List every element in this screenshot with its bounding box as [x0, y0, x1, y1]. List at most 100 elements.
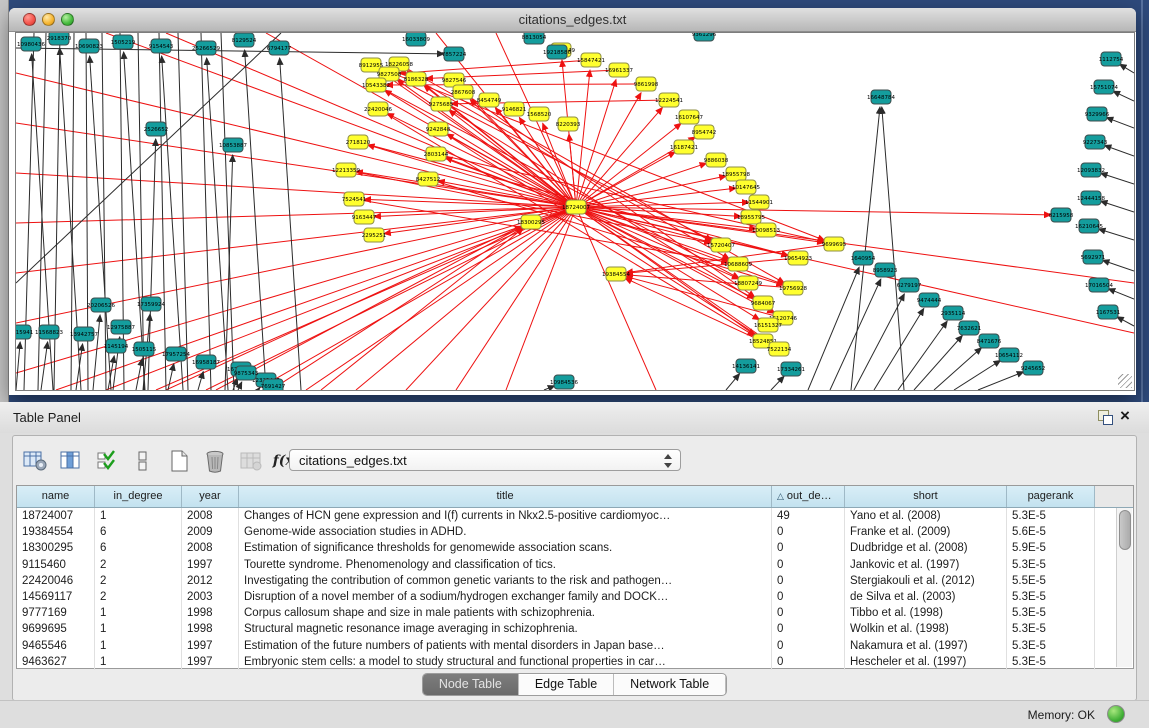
graph-node[interactable]: 9146821 — [502, 102, 527, 116]
graph-node[interactable]: 9163447 — [352, 210, 377, 224]
graph-node[interactable]: 10690823 — [75, 39, 103, 53]
tab-edge-table[interactable]: Edge Table — [519, 674, 614, 695]
tab-network-table[interactable]: Network Table — [614, 674, 726, 695]
import-table-icon[interactable] — [237, 448, 264, 475]
graph-node[interactable]: 9875343 — [234, 366, 259, 380]
graph-node[interactable]: 15751074 — [1090, 80, 1118, 94]
graph-node[interactable]: 25266529 — [192, 41, 220, 55]
table-select-dropdown[interactable]: citations_edges.txt — [289, 449, 681, 471]
graph-node[interactable]: 9154543 — [149, 39, 174, 53]
graph-node[interactable]: 1112754 — [1099, 52, 1124, 66]
graph-node[interactable]: 16648784 — [867, 90, 895, 104]
close-panel-icon[interactable]: × — [1120, 406, 1130, 426]
select-rows-icon[interactable] — [93, 448, 120, 475]
table-scrollbar[interactable] — [1116, 508, 1132, 667]
table-row[interactable]: 1872400712008Changes of HCN gene express… — [17, 508, 1133, 524]
graph-node[interactable]: 9886038 — [704, 153, 729, 167]
graph-node[interactable]: 2718120 — [346, 135, 371, 149]
graph-node[interactable]: 2935114 — [941, 306, 966, 320]
graph-node[interactable]: 2295251 — [362, 228, 387, 242]
column-header-name[interactable]: name — [17, 486, 95, 507]
memory-status-indicator[interactable] — [1107, 705, 1125, 723]
graph-node[interactable]: 13942757 — [70, 327, 98, 341]
graph-node[interactable]: 10980436 — [17, 37, 45, 51]
graph-node[interactable]: 11544901 — [745, 195, 773, 209]
graph-node[interactable]: 15720407 — [707, 238, 735, 252]
graph-node[interactable]: 1145194 — [104, 339, 129, 353]
table-row[interactable]: 911546021997Tourette syndrome. Phenomeno… — [17, 557, 1133, 573]
graph-node[interactable]: 18955798 — [722, 167, 750, 181]
graph-node[interactable]: 15847421 — [577, 53, 605, 67]
graph-node[interactable]: 9329966 — [1085, 107, 1110, 121]
graph-node[interactable]: 16961337 — [605, 63, 633, 77]
column-header-out_de[interactable]: △out_de… — [772, 486, 845, 507]
graph-node[interactable]: 22420046 — [364, 102, 392, 116]
network-window-titlebar[interactable]: citations_edges.txt — [9, 8, 1136, 32]
graph-node[interactable]: 19756928 — [779, 281, 807, 295]
table-row[interactable]: 1830029562008Estimation of significance … — [17, 540, 1133, 556]
graph-node[interactable]: 8215958 — [1049, 208, 1074, 222]
graph-node[interactable]: 3915941 — [16, 325, 33, 339]
column-header-title[interactable]: title — [239, 486, 772, 507]
graph-node[interactable]: 10654112 — [995, 348, 1023, 362]
graph-node[interactable]: 17359924 — [137, 297, 165, 311]
graph-node[interactable]: 7632621 — [957, 321, 982, 335]
graph-node[interactable]: 2918370 — [47, 33, 72, 45]
table-row[interactable]: 1456911722003Disruption of a novel membe… — [17, 589, 1133, 605]
graph-node[interactable]: 12975887 — [107, 320, 135, 334]
graph-node[interactable]: 17334261 — [777, 362, 805, 376]
graph-node[interactable]: 2867608 — [451, 85, 476, 99]
graph-node[interactable]: 16107647 — [675, 110, 703, 124]
graph-node[interactable]: 1505219 — [111, 35, 136, 49]
graph-node[interactable]: 10543382 — [362, 78, 390, 92]
graph-node[interactable]: 10688609 — [724, 257, 752, 271]
graph-node[interactable]: 7857224 — [442, 47, 467, 61]
graph-node[interactable]: 9699695 — [822, 237, 847, 251]
graph-node[interactable]: 12224541 — [655, 93, 683, 107]
graph-node[interactable]: 16187421 — [670, 140, 698, 154]
graph-node[interactable]: 8129524 — [232, 33, 257, 47]
float-panel-icon[interactable] — [1098, 410, 1113, 424]
graph-node[interactable]: 12444158 — [1077, 191, 1105, 205]
graph-node[interactable]: 9361296 — [692, 33, 717, 41]
graph-node[interactable]: 18300295 — [517, 215, 545, 229]
window-resize-grip[interactable] — [1118, 374, 1132, 388]
graph-node[interactable]: 9245652 — [1021, 361, 1046, 375]
citation-network-graph[interactable]: 1872400718300295193845548912955182260589… — [16, 33, 1134, 390]
graph-node[interactable]: 9275685 — [429, 97, 454, 111]
graph-node[interactable]: 2803144 — [424, 147, 449, 161]
table-row[interactable]: 946362711997Embryonic stem cells: a mode… — [17, 654, 1133, 670]
graph-node[interactable]: 2526652 — [144, 122, 169, 136]
graph-node[interactable]: 8813054 — [522, 33, 547, 44]
graph-node[interactable]: 16033809 — [402, 33, 430, 46]
tab-node-table[interactable]: Node Table — [423, 674, 519, 695]
graph-node[interactable]: 18724007 — [562, 200, 590, 214]
table-row[interactable]: 977716911998Corpus callosum shape and si… — [17, 605, 1133, 621]
graph-node[interactable]: 12213359 — [332, 163, 360, 177]
graph-node[interactable]: 18955795 — [737, 210, 765, 224]
graph-node[interactable]: 17016504 — [1085, 278, 1113, 292]
table-row[interactable]: 1938455462009Genome-wide association stu… — [17, 524, 1133, 540]
graph-node[interactable]: 8471676 — [977, 334, 1002, 348]
table-options-icon[interactable] — [21, 448, 48, 475]
graph-node[interactable]: 19218586 — [543, 45, 571, 59]
graph-node[interactable]: 10147645 — [732, 180, 760, 194]
graph-node[interactable]: 9684067 — [751, 296, 776, 310]
toggle-panel-icon[interactable] — [129, 448, 156, 475]
graph-node[interactable]: 10098513 — [752, 223, 780, 237]
graph-node[interactable]: 20206526 — [87, 298, 115, 312]
graph-node[interactable]: 16958187 — [192, 355, 220, 369]
graph-node[interactable]: 1568520 — [527, 107, 552, 121]
graph-node[interactable]: 7524541 — [342, 192, 367, 206]
graph-node[interactable]: 7522134 — [767, 342, 792, 356]
column-header-pagerank[interactable]: pagerank — [1007, 486, 1095, 507]
graph-node[interactable]: 12093832 — [1077, 163, 1105, 177]
delete-icon[interactable] — [201, 448, 228, 475]
graph-node[interactable]: 8454749 — [477, 93, 502, 107]
graph-node[interactable]: 8958923 — [873, 263, 898, 277]
graph-node[interactable]: 10984536 — [550, 375, 578, 389]
column-header-in_degree[interactable]: in_degree — [95, 486, 182, 507]
graph-node[interactable]: 1505115 — [132, 342, 157, 356]
graph-node[interactable]: 8954742 — [692, 125, 717, 139]
graph-node[interactable]: 6794177 — [267, 41, 292, 55]
